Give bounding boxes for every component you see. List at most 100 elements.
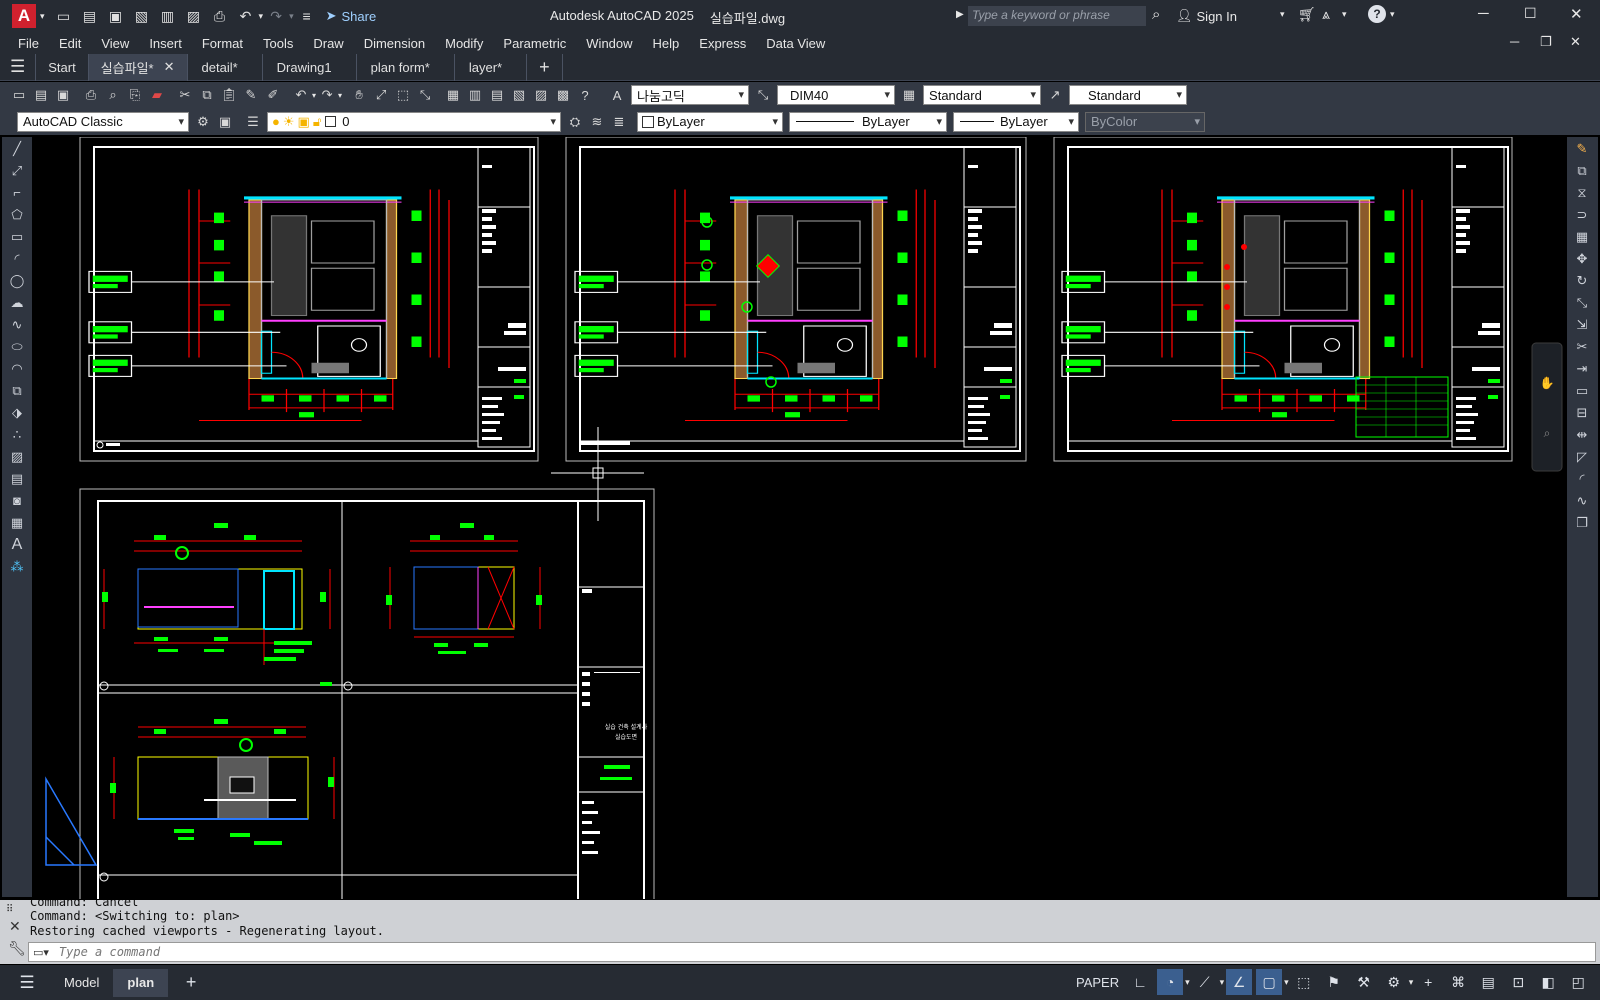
text-style-select[interactable]: 나눔고딕 ▾ bbox=[631, 85, 750, 105]
search-input[interactable]: Type a keyword or phrase bbox=[968, 6, 1146, 26]
isolate-objects-icon[interactable]: ◧ bbox=[1535, 969, 1561, 995]
help-icon[interactable]: ? bbox=[1368, 5, 1386, 23]
markup-icon[interactable]: ▨ bbox=[531, 85, 551, 105]
revision-cloud-icon[interactable]: ☁ bbox=[4, 292, 30, 313]
menu-parametric[interactable]: Parametric bbox=[493, 36, 576, 51]
block-editor-icon[interactable]: ✐ bbox=[263, 85, 283, 105]
plotstyle-select[interactable]: ByColor ▾ bbox=[1085, 111, 1205, 132]
ellipse-arc-icon[interactable]: ◠ bbox=[4, 358, 30, 379]
rotate-icon[interactable]: ↻ bbox=[1569, 270, 1595, 291]
linetype-select[interactable]: ByLayer ▾ bbox=[789, 111, 947, 132]
undo-toolbar-icon[interactable]: ↶ bbox=[291, 85, 311, 105]
units-icon[interactable]: ⌘ bbox=[1445, 969, 1471, 995]
drawing-canvas[interactable]: 실습 건축 설계사 실습도면 ✋ ⌕ bbox=[34, 137, 1564, 899]
object-snap-icon[interactable]: ▢ bbox=[1256, 969, 1283, 995]
layer-properties-icon[interactable]: ☰ bbox=[243, 112, 263, 132]
menu-data-view[interactable]: Data View bbox=[756, 36, 835, 51]
iso-dropdown-icon[interactable]: ▾ bbox=[1220, 977, 1225, 988]
mleader-style-icon[interactable]: ↗ bbox=[1045, 85, 1065, 105]
new-tab-icon[interactable]: + bbox=[527, 53, 563, 81]
mtext-icon[interactable]: A bbox=[4, 534, 30, 555]
make-current-icon[interactable]: ⛭ bbox=[565, 112, 585, 132]
doc-close-icon[interactable]: ✕ bbox=[1570, 34, 1581, 50]
tab-plan-layout[interactable]: plan bbox=[113, 968, 169, 997]
file-tabs-menu-icon[interactable]: ☰ bbox=[0, 53, 37, 81]
scale-icon[interactable]: ⤡ bbox=[1569, 292, 1595, 313]
offset-icon[interactable]: ⊃ bbox=[1569, 204, 1595, 225]
explode-icon[interactable]: ❐ bbox=[1569, 512, 1595, 533]
paste-icon[interactable]: 📋︎ bbox=[219, 85, 239, 105]
paper-space-toggle[interactable]: PAPER bbox=[1072, 969, 1123, 995]
saveas-icon[interactable]: ▧ bbox=[132, 6, 152, 26]
trim-icon[interactable]: ✂ bbox=[1569, 336, 1595, 357]
plot-icon[interactable]: ⎙ bbox=[210, 6, 230, 26]
open-icon[interactable]: ▤ bbox=[80, 6, 100, 26]
table-style-select[interactable]: Standard ▾ bbox=[923, 85, 1042, 105]
clean-screen-icon[interactable]: ▣ bbox=[215, 112, 235, 132]
menu-view[interactable]: View bbox=[91, 36, 139, 51]
make-block-icon[interactable]: ⬗ bbox=[4, 402, 30, 423]
layout-drawing[interactable]: 실습 건축 설계사 실습도면 ✋ ⌕ bbox=[34, 137, 1564, 899]
pan-icon[interactable]: ✋︎ bbox=[349, 85, 369, 105]
break-at-point-icon[interactable]: ▭ bbox=[1569, 380, 1595, 401]
point-icon[interactable]: ∴ bbox=[4, 424, 30, 445]
minimize-icon[interactable]: ─ bbox=[1478, 5, 1489, 22]
signin-dropdown-icon[interactable]: ▾ bbox=[1280, 9, 1285, 20]
workspace-select[interactable]: AutoCAD Classic ▾ bbox=[17, 111, 189, 132]
blend-curves-icon[interactable]: ∿ bbox=[1569, 490, 1595, 511]
lock-ui-icon[interactable]: ⊡ bbox=[1505, 969, 1531, 995]
spline-icon[interactable]: ∿ bbox=[4, 314, 30, 335]
table-icon[interactable]: ▦ bbox=[4, 512, 30, 533]
region-icon[interactable]: ◙ bbox=[4, 490, 30, 511]
arc-icon[interactable]: ◜ bbox=[4, 248, 30, 269]
menu-help[interactable]: Help bbox=[643, 36, 690, 51]
hatch-icon[interactable]: ▨ bbox=[4, 446, 30, 467]
array-icon[interactable]: ▦ bbox=[1569, 226, 1595, 247]
mleader-style-select[interactable]: Standard ▾ bbox=[1069, 85, 1188, 105]
menu-file[interactable]: File bbox=[8, 36, 49, 51]
osnap-dropdown-icon[interactable]: ▾ bbox=[1284, 977, 1289, 988]
export-pdf-icon[interactable]: ▰ bbox=[147, 85, 167, 105]
cut-icon[interactable]: ✂ bbox=[175, 85, 195, 105]
plot-preview-icon[interactable]: ⌕ bbox=[103, 85, 123, 105]
tool-palettes-icon[interactable]: ▤ bbox=[487, 85, 507, 105]
print-icon[interactable]: ⎙ bbox=[81, 85, 101, 105]
layer-select[interactable]: ● ☀ ▣ 🔓︎ 0 ▾ bbox=[267, 111, 561, 132]
lineweight-select[interactable]: ByLayer ▾ bbox=[953, 111, 1079, 132]
publish-icon[interactable]: ⎘ bbox=[125, 85, 145, 105]
tab-start[interactable]: Start bbox=[36, 53, 89, 81]
menu-edit[interactable]: Edit bbox=[49, 36, 91, 51]
quick-properties-icon[interactable]: ▤ bbox=[1475, 969, 1501, 995]
zoom-previous-icon[interactable]: ⤡ bbox=[415, 85, 435, 105]
menu-express[interactable]: Express bbox=[689, 36, 756, 51]
menu-insert[interactable]: Insert bbox=[139, 36, 192, 51]
mirror-icon[interactable]: ⧖ bbox=[1569, 182, 1595, 203]
command-grip-icon[interactable]: ⠿ bbox=[6, 904, 13, 915]
tab-detail[interactable]: detail* bbox=[188, 53, 263, 81]
layout-tabs-menu-icon[interactable]: ☰ bbox=[14, 970, 40, 996]
new-icon[interactable]: ▭ bbox=[54, 6, 74, 26]
table-style-icon[interactable]: ▦ bbox=[899, 85, 919, 105]
insert-block-icon[interactable]: ⧉ bbox=[4, 380, 30, 401]
object-snap-tracking-icon[interactable]: ∠ bbox=[1226, 969, 1253, 995]
tab-practice-file[interactable]: 실습파일* ✕ bbox=[88, 53, 188, 81]
redo-icon[interactable]: ↷ bbox=[266, 6, 286, 26]
color-select[interactable]: ByLayer ▾ bbox=[637, 111, 783, 132]
openweb-icon[interactable]: ▥ bbox=[158, 6, 178, 26]
sheet-viewport-2[interactable] bbox=[565, 137, 1027, 462]
workspace-switch-icon[interactable]: ⚙ bbox=[1381, 969, 1407, 995]
undo-toolbar-dropdown-icon[interactable]: ▾ bbox=[312, 91, 316, 100]
layer-state-icon[interactable]: ≣ bbox=[609, 112, 629, 132]
help-dropdown-icon[interactable]: ▾ bbox=[1390, 9, 1395, 20]
polar-dropdown-icon[interactable]: ▾ bbox=[1185, 977, 1190, 988]
saveweb-icon[interactable]: ▨ bbox=[184, 6, 204, 26]
add-selected-icon[interactable]: ⁂ bbox=[4, 556, 30, 577]
save-file-icon[interactable]: ▣ bbox=[53, 85, 73, 105]
command-prompt-icon[interactable]: ▭▾ bbox=[33, 946, 49, 959]
workspace-settings-icon[interactable]: ⚙ bbox=[193, 112, 213, 132]
add-layout-icon[interactable]: + bbox=[178, 970, 204, 996]
autodesk-app-icon[interactable]: ⩓ bbox=[1322, 6, 1330, 23]
text-style-icon[interactable]: A bbox=[607, 85, 627, 105]
undo-icon[interactable]: ↶ bbox=[236, 6, 256, 26]
sheet-viewport-4[interactable]: 실습 건축 설계사 실습도면 bbox=[79, 488, 655, 899]
